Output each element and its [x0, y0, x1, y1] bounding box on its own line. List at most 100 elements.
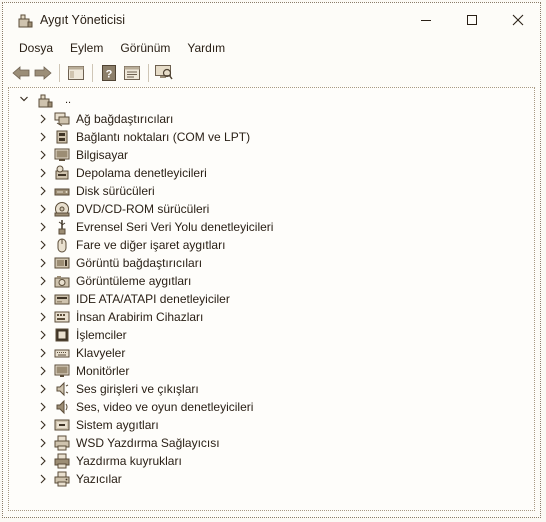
menu-view[interactable]: Görünüm [113, 39, 177, 59]
chevron-right-icon[interactable] [38, 167, 48, 179]
tree-category-label: Ses girişleri ve çıkışları [76, 382, 199, 396]
tree-category-item[interactable]: Fare ve diğer işaret aygıtları [9, 236, 534, 254]
window-title: Aygıt Yöneticisi [40, 13, 126, 27]
chevron-right-icon[interactable] [38, 455, 48, 467]
tree-category-item[interactable]: Depolama denetleyicileri [9, 164, 534, 182]
help-button[interactable]: ? [98, 62, 120, 84]
chevron-right-icon[interactable] [38, 149, 48, 161]
chevron-right-icon[interactable] [38, 437, 48, 449]
minimize-icon [421, 20, 431, 21]
show-hide-console-tree-button[interactable] [65, 62, 87, 84]
system-device-icon [54, 419, 70, 431]
tree-category-item[interactable]: İnsan Arabirim Cihazları [9, 308, 534, 326]
maximize-button[interactable] [449, 3, 495, 37]
back-arrow-icon [12, 66, 30, 80]
tree-category-item[interactable]: Evrensel Seri Veri Yolu denetleyicileri [9, 218, 534, 236]
scan-hardware-button[interactable] [153, 62, 175, 84]
tree-category-item[interactable]: Görüntüleme aygıtları [9, 272, 534, 290]
menu-help[interactable]: Yardım [180, 39, 232, 59]
tree-category-item[interactable]: Yazıcılar [9, 470, 534, 488]
chevron-right-icon[interactable] [38, 221, 48, 233]
tree-category-label: Depolama denetleyicileri [76, 166, 207, 180]
computer-icon [54, 148, 70, 161]
printer-icon [54, 471, 70, 487]
chevron-right-icon[interactable] [38, 239, 48, 251]
tree-category-label: WSD Yazdırma Sağlayıcısı [76, 436, 220, 450]
chevron-right-icon[interactable] [38, 275, 48, 287]
help-icon: ? [102, 65, 116, 81]
tree-category-item[interactable]: Monitörler [9, 362, 534, 380]
toolbar-separator [148, 64, 149, 82]
tree-category-label: Yazıcılar [76, 472, 122, 486]
menu-bar: Dosya Eylem Görünüm Yardım [3, 39, 540, 59]
mouse-icon [57, 238, 67, 253]
ide-controller-icon [54, 294, 70, 305]
chevron-right-icon[interactable] [38, 113, 48, 125]
computer-root-icon [38, 94, 53, 108]
tree-category-item[interactable]: Disk sürücüleri [9, 182, 534, 200]
network-adapter-icon [54, 112, 70, 127]
tree-category-item[interactable]: Sistem aygıtları [9, 416, 534, 434]
close-button[interactable] [495, 3, 541, 37]
tree-root-node[interactable]: .. [9, 92, 534, 110]
keyboard-icon [54, 349, 70, 358]
tree-category-item[interactable]: WSD Yazdırma Sağlayıcısı [9, 434, 534, 452]
tree-category-label: Bilgisayar [76, 148, 129, 162]
tree-category-item[interactable]: Ses, video ve oyun denetleyicileri [9, 398, 534, 416]
tree-category-label: Klavyeler [76, 346, 126, 360]
device-manager-app-icon [18, 14, 33, 28]
chevron-right-icon[interactable] [38, 131, 48, 143]
chevron-right-icon[interactable] [38, 185, 48, 197]
properties-button[interactable] [121, 62, 143, 84]
tree-category-item[interactable]: DVD/CD-ROM sürücüleri [9, 200, 534, 218]
chevron-right-icon[interactable] [38, 203, 48, 215]
wsd-printer-icon [54, 435, 70, 451]
tree-category-label: Monitörler [76, 364, 130, 378]
tree-category-item[interactable]: IDE ATA/ATAPI denetleyiciler [9, 290, 534, 308]
chevron-right-icon[interactable] [38, 401, 48, 413]
forward-button[interactable] [32, 62, 54, 84]
tree-category-label: İnsan Arabirim Cihazları [76, 310, 204, 324]
tree-category-item[interactable]: Ses girişleri ve çıkışları [9, 380, 534, 398]
minimize-button[interactable] [403, 3, 449, 37]
tree-category-item[interactable]: Bilgisayar [9, 146, 534, 164]
title-bar[interactable]: Aygıt Yöneticisi [3, 3, 540, 37]
menu-action[interactable]: Eylem [63, 39, 110, 59]
menu-file[interactable]: Dosya [12, 39, 60, 59]
tree-category-item[interactable]: Ağ bağdaştırıcıları [9, 110, 534, 128]
print-queue-icon [54, 453, 70, 469]
scan-hardware-icon [155, 65, 173, 80]
tree-category-item[interactable]: Klavyeler [9, 344, 534, 362]
console-tree-icon [68, 66, 84, 80]
tree-category-item[interactable]: Yazdırma kuyrukları [9, 452, 534, 470]
chevron-right-icon[interactable] [38, 329, 48, 341]
audio-io-icon [56, 381, 69, 397]
chevron-right-icon[interactable] [38, 419, 48, 431]
maximize-icon [467, 15, 477, 25]
processor-icon [55, 328, 69, 342]
port-icon [56, 130, 68, 144]
hid-icon [54, 311, 70, 323]
tree-category-item[interactable]: Görüntü bağdaştırıcıları [9, 254, 534, 272]
chevron-right-icon[interactable] [38, 383, 48, 395]
chevron-down-icon[interactable] [19, 94, 29, 104]
tree-category-label: Disk sürücüleri [76, 184, 155, 198]
back-button[interactable] [10, 62, 32, 84]
chevron-right-icon[interactable] [38, 365, 48, 377]
tree-category-item[interactable]: İşlemciler [9, 326, 534, 344]
tree-root-label: .. [65, 94, 72, 106]
tree-category-label: IDE ATA/ATAPI denetleyiciler [76, 292, 230, 306]
svg-text:?: ? [106, 69, 113, 81]
chevron-right-icon[interactable] [38, 257, 48, 269]
tree-category-label: DVD/CD-ROM sürücüleri [76, 202, 210, 216]
toolbar: ? [3, 59, 540, 87]
chevron-right-icon[interactable] [38, 293, 48, 305]
chevron-right-icon[interactable] [38, 311, 48, 323]
chevron-right-icon[interactable] [38, 347, 48, 359]
close-icon [512, 14, 524, 26]
tree-category-label: Görüntüleme aygıtları [76, 274, 192, 288]
tree-category-label: Evrensel Seri Veri Yolu denetleyicileri [76, 220, 274, 234]
dvd-icon [54, 202, 70, 217]
tree-category-item[interactable]: Bağlantı noktaları (COM ve LPT) [9, 128, 534, 146]
chevron-right-icon[interactable] [38, 473, 48, 485]
